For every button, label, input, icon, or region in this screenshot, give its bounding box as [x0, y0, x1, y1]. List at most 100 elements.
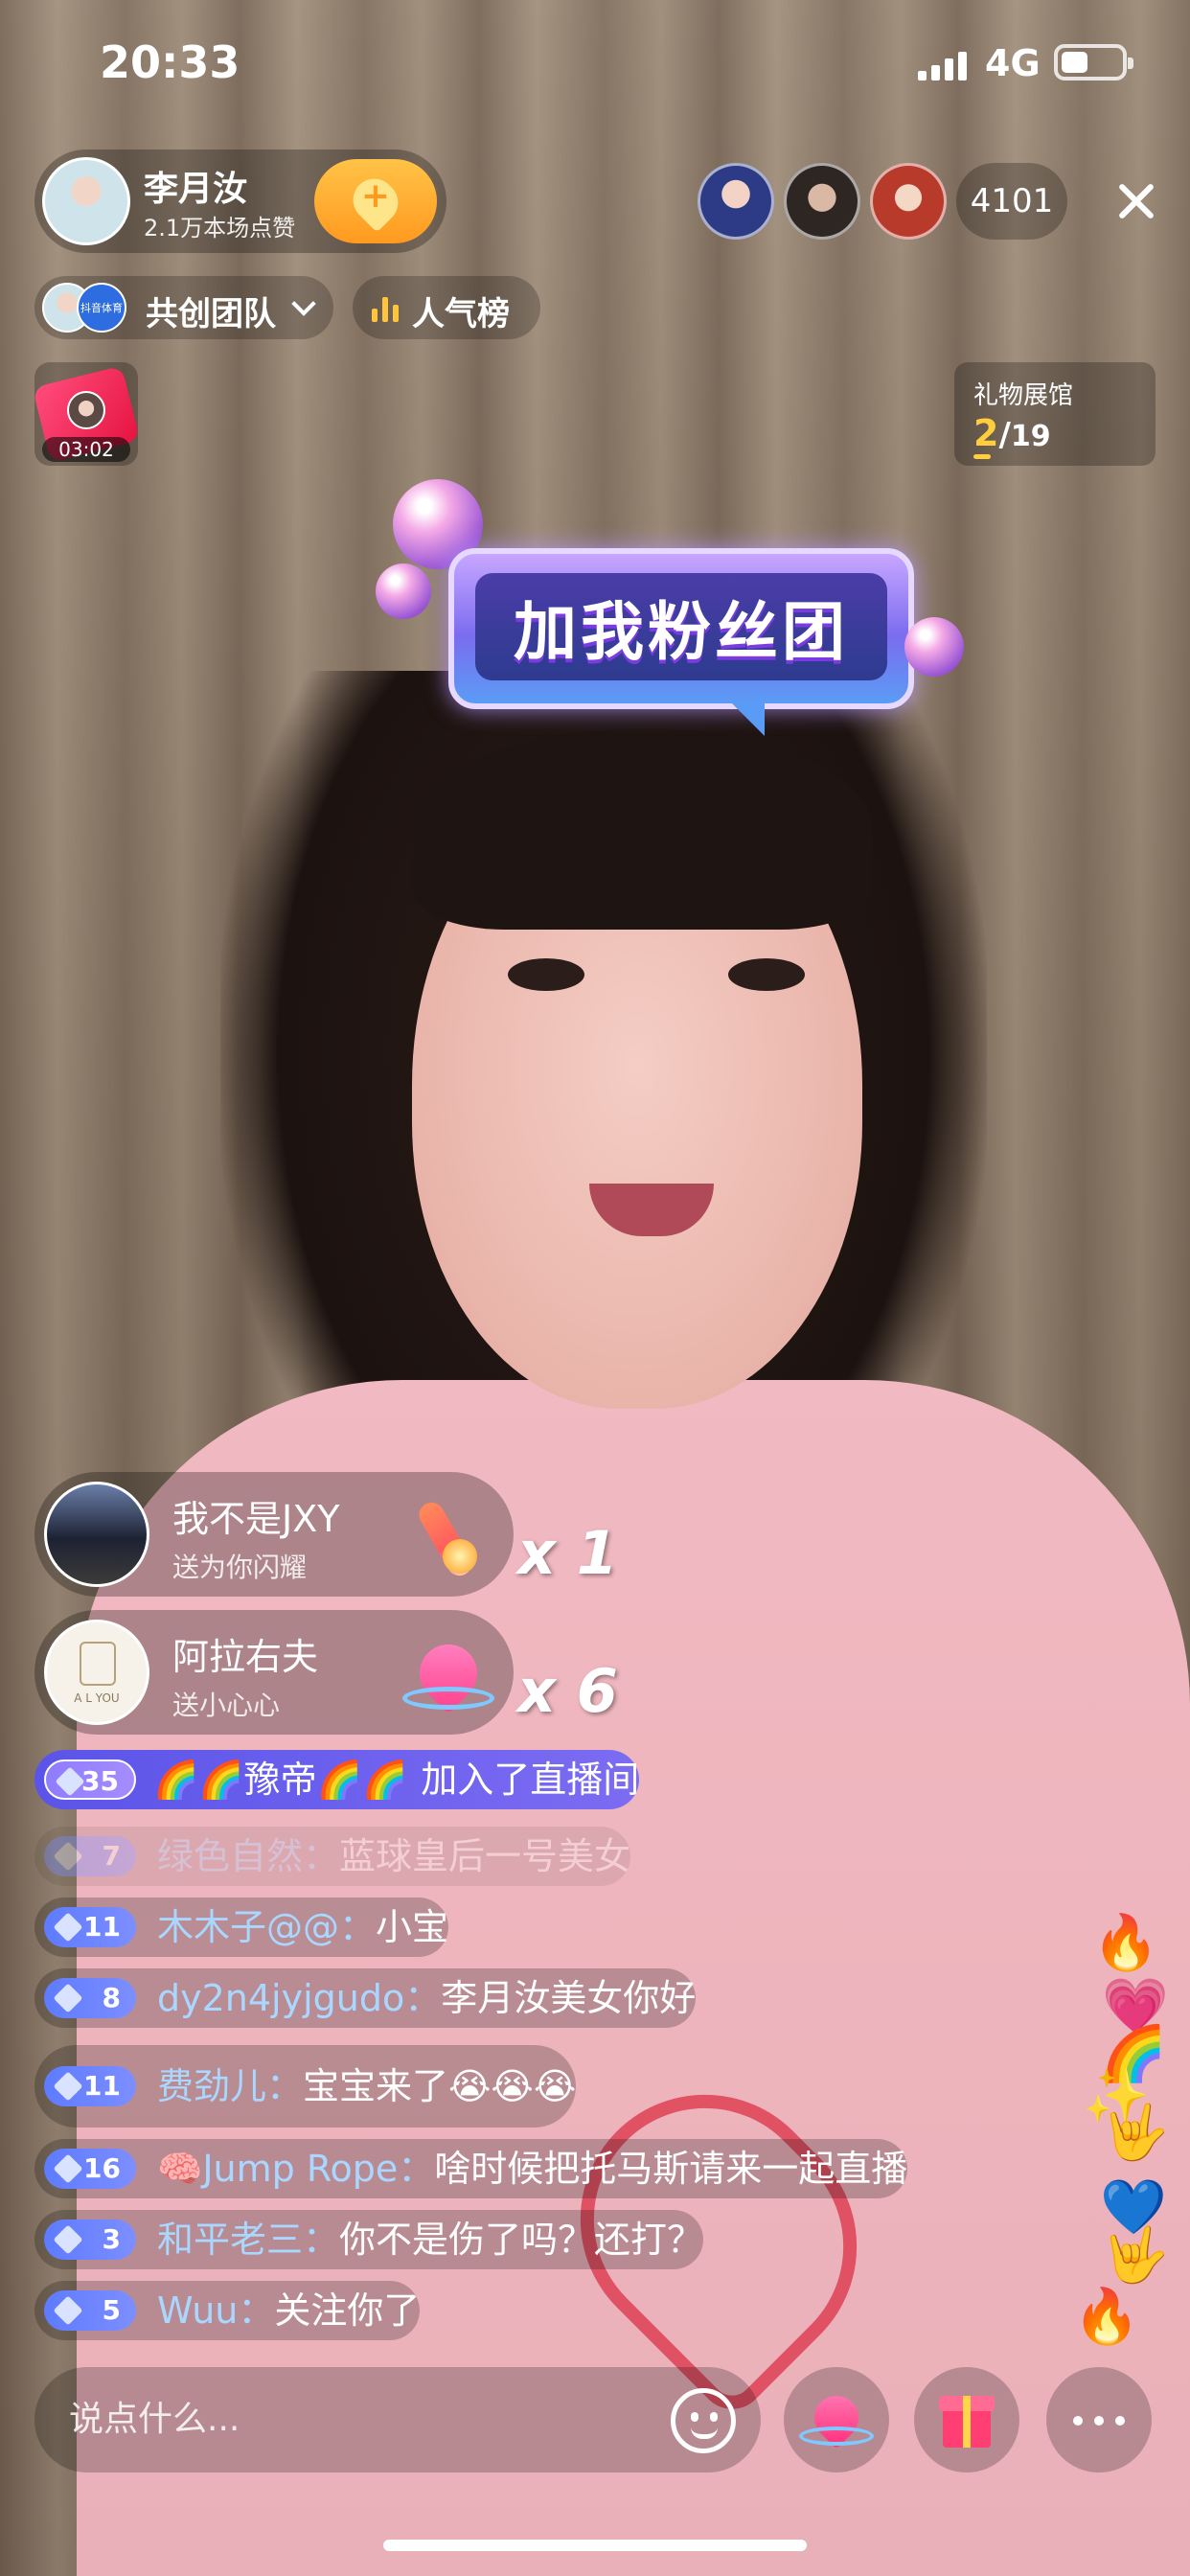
- streamer-bangs: [412, 728, 872, 930]
- popularity-label: 人气榜: [412, 295, 510, 334]
- video-duration: 03:02: [42, 437, 130, 462]
- comment-placeholder: 说点什么...: [69, 2400, 240, 2439]
- popularity-ranking-chip[interactable]: 人气榜: [353, 276, 540, 339]
- chat-message-text: 李月汝美女你好: [441, 1977, 697, 2019]
- chat-message-text: 啥时候把托马斯请来一起直播: [434, 2148, 908, 2190]
- signal-icon: [918, 50, 968, 80]
- host-likes-count: 2.1万本场点赞: [144, 215, 296, 242]
- status-bar: 20:33 4G: [0, 0, 1190, 134]
- gift-gallery-current: 2: [973, 412, 999, 454]
- gift-sender-avatar[interactable]: A L YOU: [44, 1620, 149, 1725]
- gift-sender-avatar-text: A L YOU: [74, 1691, 120, 1705]
- viewer-count[interactable]: 4101: [956, 163, 1067, 240]
- fan-club-text: 加我粉丝团: [514, 595, 849, 669]
- host-name: 李月汝: [144, 170, 248, 209]
- fan-level-badge: 16: [44, 2149, 136, 2189]
- chat-username: Wuu：: [157, 2289, 275, 2332]
- gem-icon: [53, 2295, 83, 2326]
- chat-username: 费劲儿：: [157, 2065, 304, 2107]
- chat-join-message[interactable]: 35 🌈🌈豫帝🌈🌈 加入了直播间: [34, 1750, 640, 1809]
- fan-level-badge: 11: [44, 2066, 136, 2106]
- follow-button[interactable]: +: [314, 159, 437, 243]
- viewer-avatar[interactable]: [870, 163, 947, 240]
- plus-icon: +: [360, 176, 391, 216]
- rock-hand-icon: 🤟: [1102, 2224, 1169, 2287]
- co-creation-team-chip[interactable]: 抖音体育 共创团队: [34, 276, 333, 339]
- chat-message[interactable]: 16 🧠Jump Rope：啥时候把托马斯请来一起直播: [34, 2139, 908, 2198]
- streamer-eye-right: [728, 958, 805, 991]
- streamer-eye-left: [508, 958, 584, 991]
- gift-sender-name: 阿拉右夫: [172, 1636, 319, 1678]
- more-button[interactable]: [1046, 2367, 1152, 2472]
- team-avatar: 抖音体育: [77, 283, 126, 333]
- gem-icon: [53, 2071, 83, 2102]
- chevron-down-icon: [291, 291, 316, 316]
- team-avatar-text: 抖音体育: [80, 302, 123, 314]
- speech-tail: [732, 703, 765, 736]
- fan-level-badge: 35: [44, 1760, 136, 1800]
- fan-level: 5: [102, 2294, 121, 2326]
- chat-message-text: 蓝球皇后一号美女: [339, 1835, 631, 1877]
- gift-gallery-total: 19: [1010, 420, 1051, 453]
- viewer-avatar[interactable]: [698, 163, 774, 240]
- network-type: 4G: [985, 42, 1041, 84]
- host-info-card[interactable]: 李月汝 2.1万本场点赞 +: [34, 150, 446, 253]
- battery-icon: [1054, 44, 1133, 80]
- fan-level: 35: [81, 1765, 119, 1797]
- flame-icon: 🔥: [1073, 2286, 1140, 2348]
- fan-level: 8: [102, 1982, 121, 2013]
- flame-icon: 🔥: [1092, 1912, 1159, 1974]
- gift-notification[interactable]: 我不是JXY 送为你闪耀: [34, 1472, 514, 1597]
- host-avatar[interactable]: [42, 157, 130, 245]
- fan-club-sticker[interactable]: 加我粉丝团: [448, 548, 914, 736]
- gem-icon: [53, 2224, 83, 2255]
- gift-sender-name: 我不是JXY: [172, 1498, 340, 1540]
- chat-message[interactable]: 8 dy2n4jyjgudo：李月汝美女你好: [34, 1968, 697, 2028]
- like-heart-button[interactable]: [784, 2367, 889, 2472]
- chat-message[interactable]: 11 费劲儿：宝宝来了😭😭😭: [34, 2045, 577, 2128]
- fan-level-badge: 11: [44, 1907, 136, 1947]
- gift-button[interactable]: [914, 2367, 1019, 2472]
- gift-gallery-title: 礼物展馆: [973, 381, 1074, 410]
- gift-combo-count: x 6: [517, 1656, 618, 1726]
- disco-ball-icon: [376, 564, 431, 619]
- gift-gallery[interactable]: 礼物展馆 2/19: [954, 362, 1156, 466]
- team-label: 共创团队: [146, 295, 276, 334]
- gift-notification[interactable]: A L YOU 阿拉右夫 送小心心: [34, 1610, 514, 1735]
- gift-sender-avatar[interactable]: [44, 1482, 149, 1587]
- gift-description: 送小心心: [172, 1690, 281, 1721]
- chat-username: 🌈🌈豫帝🌈🌈: [153, 1759, 408, 1801]
- gift-gallery-progress: 2/19: [973, 412, 1051, 454]
- chat-username: 木木子@@：: [157, 1906, 377, 1948]
- fan-level-badge: 3: [44, 2220, 136, 2260]
- chat-message-text: 宝宝来了😭😭😭: [303, 2065, 577, 2107]
- fan-level: 16: [83, 2152, 121, 2184]
- fan-level-badge: 5: [44, 2290, 136, 2331]
- fan-level: 11: [83, 1911, 121, 1943]
- chat-message[interactable]: 3 和平老三：你不是伤了吗？还打？: [34, 2210, 704, 2269]
- disco-ball-icon: [904, 617, 964, 677]
- fan-level: 7: [102, 1840, 121, 1872]
- gem-icon: [53, 1983, 83, 2013]
- chat-username: 和平老三：: [157, 2219, 340, 2261]
- gem-icon: [53, 1841, 83, 1872]
- torch-icon: [399, 1489, 494, 1585]
- comment-input[interactable]: 说点什么...: [34, 2367, 761, 2472]
- fan-level-badge: 8: [44, 1978, 136, 2018]
- chat-message-text: 加入了直播间: [421, 1759, 640, 1801]
- chat-message[interactable]: 5 Wuu：关注你了: [34, 2281, 421, 2340]
- gem-icon: [53, 2153, 83, 2184]
- close-icon[interactable]: [1113, 178, 1159, 224]
- bottom-action-bar: 说点什么...: [0, 2358, 1190, 2482]
- video-replay-thumbnail[interactable]: 03:02: [34, 362, 138, 466]
- rock-hand-icon: 🤟: [1102, 2102, 1169, 2164]
- chat-message-text: 关注你了: [274, 2289, 421, 2332]
- home-indicator[interactable]: [383, 2540, 807, 2551]
- emoji-icon[interactable]: [671, 2388, 736, 2453]
- viewer-avatar[interactable]: [784, 163, 860, 240]
- chat-username: dy2n4jyjgudo：: [157, 1977, 442, 2019]
- fan-level-badge: 7: [44, 1836, 136, 1876]
- gem-icon: [53, 1912, 83, 1943]
- chat-message[interactable]: 7 绿色自然：蓝球皇后一号美女: [34, 1827, 631, 1886]
- chat-message[interactable]: 11 木木子@@：小宝: [34, 1898, 449, 1957]
